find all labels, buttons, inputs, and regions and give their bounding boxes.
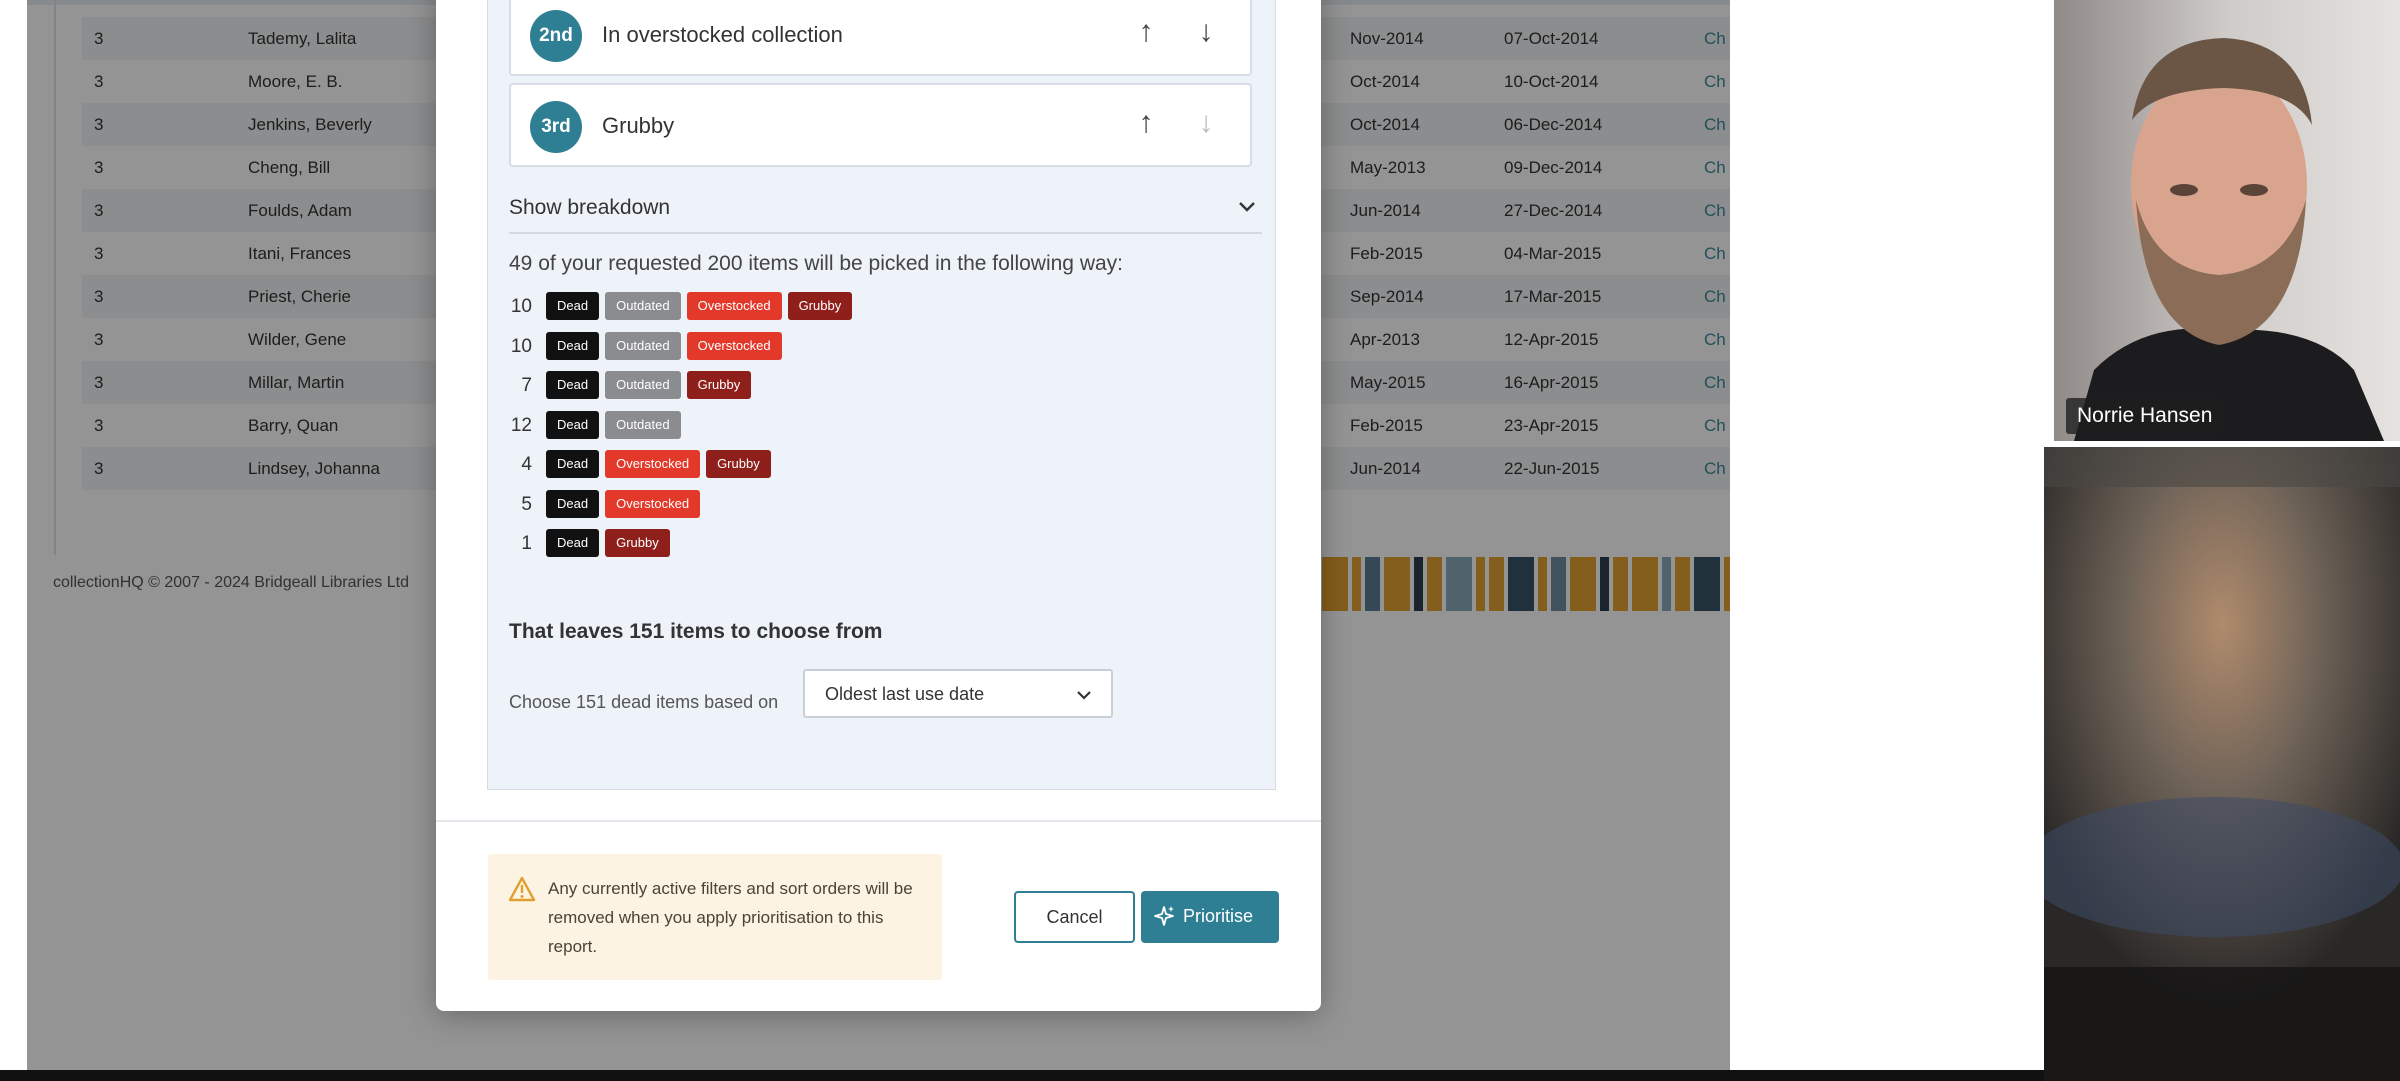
tag-dead: Dead bbox=[546, 529, 600, 557]
breakdown-tags: Dead Grubby bbox=[546, 529, 676, 559]
breakdown-toggle-label: Show breakdown bbox=[509, 196, 671, 219]
priority-rank-badge: 3rd bbox=[530, 101, 582, 153]
dialog-footer-divider bbox=[436, 820, 1321, 822]
breakdown-count: 12 bbox=[510, 415, 532, 436]
sort-basis-selected-value: Oldest last use date bbox=[825, 684, 985, 704]
priority-item-3rd[interactable]: 3rd Grubby ↑ ↓ bbox=[509, 83, 1252, 167]
filters-warning-notice: Any currently active filters and sort or… bbox=[488, 854, 942, 980]
breakdown-tags: Dead Overstocked bbox=[546, 490, 706, 520]
breakdown-count: 10 bbox=[510, 296, 532, 317]
sort-basis-dropdown[interactable]: Oldest last use date bbox=[803, 669, 1113, 718]
warning-triangle-icon bbox=[508, 876, 536, 902]
tag-overstocked: Overstocked bbox=[686, 292, 782, 320]
tag-grubby: Grubby bbox=[706, 450, 771, 478]
tag-outdated: Outdated bbox=[605, 292, 681, 320]
cancel-button[interactable]: Cancel bbox=[1014, 891, 1135, 943]
participant-video-feed bbox=[2054, 0, 2400, 441]
tag-outdated: Outdated bbox=[605, 371, 681, 399]
tag-overstocked: Overstocked bbox=[605, 450, 701, 478]
breakdown-tags: Dead Overstocked Grubby bbox=[546, 450, 777, 480]
screen-bottom-bar bbox=[0, 1070, 2044, 1081]
tag-dead: Dead bbox=[546, 490, 600, 518]
move-down-arrow-icon[interactable]: ↓ bbox=[1191, 12, 1221, 52]
priority-rank-badge: 2nd bbox=[530, 10, 582, 62]
tag-dead: Dead bbox=[546, 411, 600, 439]
breakdown-count: 5 bbox=[521, 494, 532, 515]
participant-video-tile-blurred bbox=[2044, 447, 2400, 1081]
warning-text: Any currently active filters and sort or… bbox=[548, 879, 913, 956]
move-down-arrow-icon: ↓ bbox=[1198, 106, 1214, 139]
breakdown-summary: 49 of your requested 200 items will be p… bbox=[509, 252, 1124, 275]
tag-overstocked: Overstocked bbox=[605, 490, 701, 518]
priority-label: Grubby bbox=[602, 113, 675, 138]
tag-dead: Dead bbox=[546, 371, 600, 399]
prioritise-button-label: Prioritise bbox=[1183, 906, 1254, 926]
tag-dead: Dead bbox=[546, 332, 600, 360]
participant-video-tile: Norrie Hansen bbox=[2054, 0, 2400, 441]
tag-grubby: Grubby bbox=[686, 371, 752, 399]
prioritise-dialog: 2nd In overstocked collection ↑ ↓ 3rd Gr… bbox=[436, 0, 1321, 1011]
breakdown-tags: Dead Outdated bbox=[546, 411, 687, 441]
priority-item-2nd[interactable]: 2nd In overstocked collection ↑ ↓ bbox=[509, 0, 1252, 76]
breakdown-count: 7 bbox=[521, 375, 532, 396]
sparkle-icon bbox=[1154, 906, 1174, 926]
prioritisation-panel: 2nd In overstocked collection ↑ ↓ 3rd Gr… bbox=[487, 0, 1276, 790]
breakdown-count: 4 bbox=[521, 454, 532, 475]
tag-outdated: Outdated bbox=[605, 332, 681, 360]
move-up-arrow-icon[interactable]: ↑ bbox=[1131, 103, 1161, 143]
screen: 3 Tademy, Lalita Nov-2014 07-Oct-2014 Ch 3 Moo… bbox=[0, 0, 2400, 1081]
tag-grubby: Grubby bbox=[787, 292, 853, 320]
breakdown-tags: Dead Outdated Overstocked Grubby bbox=[546, 292, 858, 322]
tag-outdated: Outdated bbox=[605, 411, 681, 439]
priority-label: In overstocked collection bbox=[602, 22, 843, 47]
prioritise-button[interactable]: Prioritise bbox=[1141, 891, 1279, 943]
move-up-arrow-icon[interactable]: ↑ bbox=[1131, 12, 1161, 52]
remaining-items-heading: That leaves 151 items to choose from bbox=[509, 620, 883, 643]
tag-dead: Dead bbox=[546, 450, 600, 478]
chevron-down-icon bbox=[1077, 691, 1091, 700]
chevron-down-icon bbox=[1239, 202, 1255, 212]
breakdown-count: 10 bbox=[510, 336, 532, 357]
tag-overstocked: Overstocked bbox=[686, 332, 782, 360]
breakdown-count: 1 bbox=[521, 533, 532, 554]
breakdown-tags: Dead Outdated Grubby bbox=[546, 371, 757, 401]
breakdown-tags: Dead Outdated Overstocked bbox=[546, 332, 788, 362]
tag-grubby: Grubby bbox=[605, 529, 670, 557]
sort-basis-label: Choose 151 dead items based on bbox=[509, 692, 779, 712]
tag-dead: Dead bbox=[546, 292, 600, 320]
participant-name-tag: Norrie Hansen bbox=[2066, 398, 2224, 434]
blurred-video-feed bbox=[2044, 447, 2400, 1081]
show-breakdown-toggle[interactable]: Show breakdown bbox=[509, 176, 1262, 234]
